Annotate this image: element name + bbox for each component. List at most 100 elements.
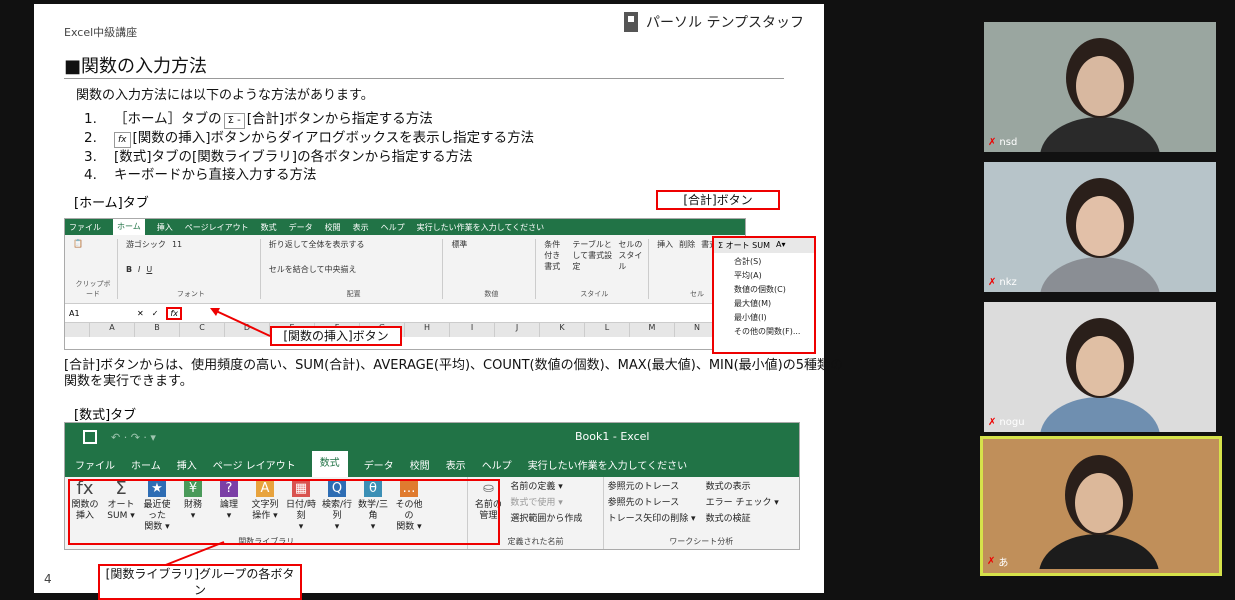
styles-group: 条件付き書式 テーブルとして書式設定 セルのスタイル スタイル [540,239,650,299]
tab-review[interactable]: 校閲 [410,457,430,472]
persol-logo-icon [624,12,638,32]
column-header[interactable]: J [495,323,540,337]
tab-page-layout[interactable]: ページ レイアウト [213,457,296,472]
conditional-format-button[interactable]: 条件付き書式 [544,239,566,272]
participant-video-tile[interactable]: ✗ nkz [984,162,1216,292]
participant-video-tile[interactable]: ✗ あ [980,436,1222,576]
menu-item-more-functions[interactable]: その他の関数(F)... [734,325,814,339]
tell-me-search[interactable]: 実行したい作業を入力してください [417,222,545,233]
column-headers: A B C D E F G H I J K L M N [65,323,745,337]
name-box[interactable]: A1 [69,309,129,318]
clipboard-group: 📋 クリップボード [69,239,118,299]
menu-item-min[interactable]: 最小値(I) [734,311,814,325]
format-as-table-button[interactable]: テーブルとして書式設定 [572,239,612,272]
paste-icon[interactable]: 📋 [73,239,113,248]
method-item: 2. fx [関数の挿入]ボタンからダイアログボックスを表示し指定する方法 [84,130,535,148]
define-name-button[interactable]: 名前の定義 ▾ [510,479,582,495]
fx-icon: fx [114,132,131,148]
menu-item-average[interactable]: 平均(A) [734,269,814,283]
italic-button[interactable]: I [138,265,140,274]
autosum-menu: 合計(S) 平均(A) 数値の個数(C) 最大値(M) 最小値(I) その他の関… [714,255,814,339]
column-header[interactable]: L [585,323,630,337]
tab-file[interactable]: ファイル [69,222,101,233]
participant-video [1040,38,1160,152]
menu-item-sum[interactable]: 合計(S) [734,255,814,269]
font-group: 游ゴシック 11 BIU フォント [122,239,261,299]
ribbon-tabs: ファイル ホーム 挿入 ページレイアウト 数式 データ 校閲 表示 ヘルプ 実行… [65,219,745,235]
participant-name: nsd [999,137,1018,148]
home-ribbon-screenshot: ファイル ホーム 挿入 ページレイアウト 数式 データ 校閲 表示 ヘルプ 実行… [64,218,746,350]
tab-help[interactable]: ヘルプ [482,457,512,472]
callout-arrow [210,308,271,337]
excel-title-bar: ↶ · ↷ · ▾ Book1 - Excel [65,423,799,451]
menu-item-count[interactable]: 数値の個数(C) [734,283,814,297]
tab-insert[interactable]: 挿入 [177,457,197,472]
show-formulas-button[interactable]: 数式の表示 [706,479,779,495]
tab-page-layout[interactable]: ページレイアウト [185,222,249,233]
sum-button-callout: [合計]ボタン [656,190,780,210]
method-item: 3. [数式]タブの[関数ライブラリ]の各ボタンから指定する方法 [84,149,473,165]
evaluate-formula-button[interactable]: 数式の検証 [706,511,779,527]
insert-cells-button[interactable]: 挿入 [657,239,673,250]
column-header[interactable]: I [450,323,495,337]
tab-file[interactable]: ファイル [75,457,115,472]
trace-dependents-button[interactable]: 参照先のトレース [608,495,696,511]
tab-view[interactable]: 表示 [446,457,466,472]
brand-name: パーソル テンプスタッフ [646,15,805,31]
menu-item-max[interactable]: 最大値(M) [734,297,814,311]
error-checking-button[interactable]: エラー チェック ▾ [706,495,779,511]
participant-video [1040,318,1160,432]
insert-function-callout: [関数の挿入]ボタン [270,326,402,346]
formula-bar: A1 ✕ ✓ fx [65,303,745,323]
cancel-icon[interactable]: ✕ [137,309,144,318]
tab-home[interactable]: ホーム [131,457,161,472]
wrap-text-button[interactable]: 折り返して全体を表示する [269,239,439,250]
column-header[interactable]: A [90,323,135,337]
participant-video [1039,455,1159,573]
underline-button[interactable]: U [146,265,152,274]
trace-precedents-button[interactable]: 参照元のトレース [608,479,696,495]
font-name-select[interactable]: 游ゴシック [126,239,166,250]
participant-video-tile[interactable]: ✗ nsd [984,22,1216,152]
create-from-selection-button[interactable]: 選択範囲から作成 [510,511,582,527]
column-header[interactable]: H [405,323,450,337]
bold-button[interactable]: B [126,265,132,274]
undo-icon[interactable]: ↶ · ↷ · ▾ [111,431,156,444]
column-header[interactable]: K [540,323,585,337]
column-header[interactable]: B [135,323,180,337]
tab-help[interactable]: ヘルプ [381,222,405,233]
save-icon[interactable] [83,430,97,444]
tab-insert[interactable]: 挿入 [157,222,173,233]
insert-function-button[interactable]: fx [166,306,182,320]
autosum-button[interactable]: Σ オート SUM A▾ [714,238,814,253]
tab-formulas[interactable]: 数式 [261,222,277,233]
enter-icon[interactable]: ✓ [152,309,159,318]
tab-data[interactable]: データ [289,222,313,233]
font-size-select[interactable]: 11 [172,240,182,249]
remove-arrows-button[interactable]: トレース矢印の削除 ▾ [608,511,696,527]
function-library-highlight [68,479,500,545]
tab-review[interactable]: 校閲 [325,222,341,233]
cell-styles-button[interactable]: セルのスタイル [618,239,644,272]
autosum-dropdown: Σ オート SUM A▾ 合計(S) 平均(A) 数値の個数(C) 最大値(M)… [712,236,816,354]
home-tab-label: [ホーム]タブ [74,196,149,211]
participant-video [1040,178,1160,292]
merge-center-button[interactable]: セルを結合して中央揃え [269,264,439,275]
tell-me-search[interactable]: 実行したい作業を入力してください [528,457,687,472]
tab-view[interactable]: 表示 [353,222,369,233]
tab-formulas[interactable]: 数式 [311,451,348,477]
tab-data[interactable]: データ [364,457,394,472]
participant-name-label: ✗ nsd [988,137,1017,148]
delete-cells-button[interactable]: 削除 [679,239,695,250]
number-group: 標準 数値 [447,239,537,299]
use-in-formula-button[interactable]: 数式で使用 ▾ [510,495,582,511]
page-number: 4 [44,572,52,586]
column-header[interactable]: M [630,323,675,337]
participant-name: あ [998,558,1009,569]
intro-text: 関数の入力方法には以下のような方法があります。 [76,88,374,103]
participant-video-tile[interactable]: ✗ nogu [984,302,1216,432]
tab-home[interactable]: ホーム [113,219,145,235]
muted-mic-icon: ✗ [987,556,996,567]
participant-name: nkz [999,277,1017,288]
number-format-select[interactable]: 標準 [451,239,531,250]
